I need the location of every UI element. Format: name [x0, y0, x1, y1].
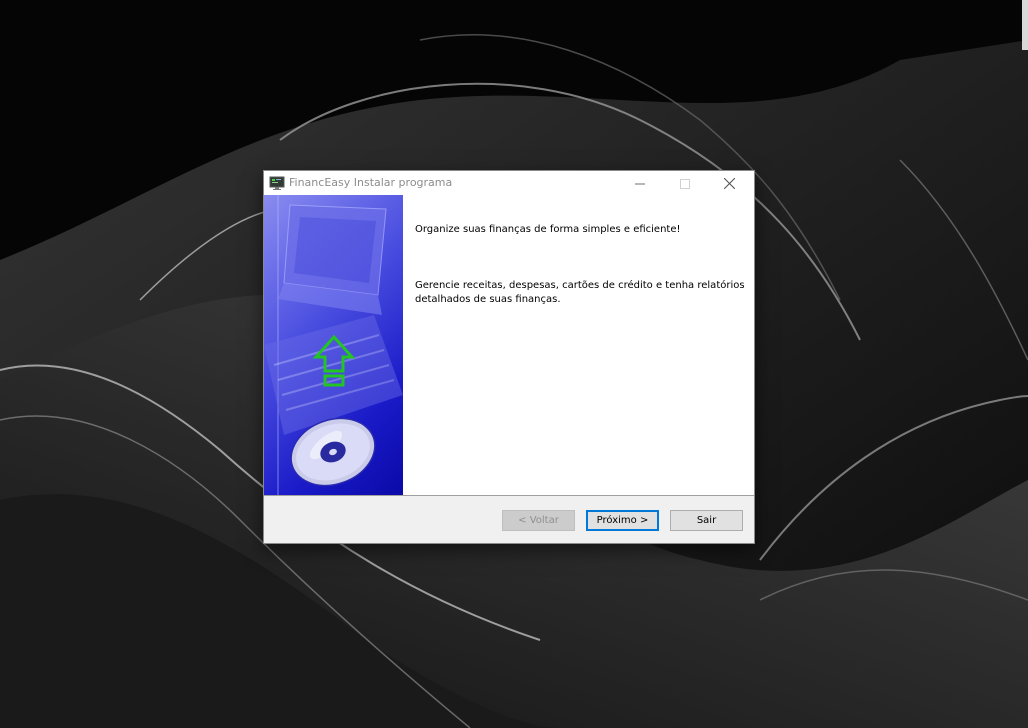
close-button[interactable]: [707, 171, 752, 195]
app-icon: [269, 175, 285, 191]
wizard-button-bar: < Voltar Próximo > Sair: [264, 496, 754, 543]
wizard-heading: Organize suas finanças de forma simples …: [415, 224, 681, 235]
installer-window: FinancEasy Instalar programa Organize su…: [263, 170, 755, 544]
minimize-button[interactable]: [617, 171, 662, 195]
monitor-graphic: [278, 204, 387, 315]
maximize-icon: [679, 174, 690, 193]
exit-button[interactable]: Sair: [670, 510, 743, 531]
title-bar[interactable]: FinancEasy Instalar programa: [264, 171, 754, 195]
back-button[interactable]: < Voltar: [502, 510, 575, 531]
minimize-icon: [634, 174, 645, 193]
wizard-content: Organize suas finanças de forma simples …: [264, 195, 754, 496]
window-title: FinancEasy Instalar programa: [289, 176, 453, 189]
next-button[interactable]: Próximo >: [586, 510, 659, 531]
wizard-side-banner: [264, 195, 403, 495]
wizard-description: Gerencie receitas, despesas, cartões de …: [415, 280, 745, 305]
desktop: FinancEasy Instalar programa Organize su…: [0, 0, 1028, 728]
maximize-button[interactable]: [662, 171, 707, 195]
close-icon: [723, 174, 736, 193]
